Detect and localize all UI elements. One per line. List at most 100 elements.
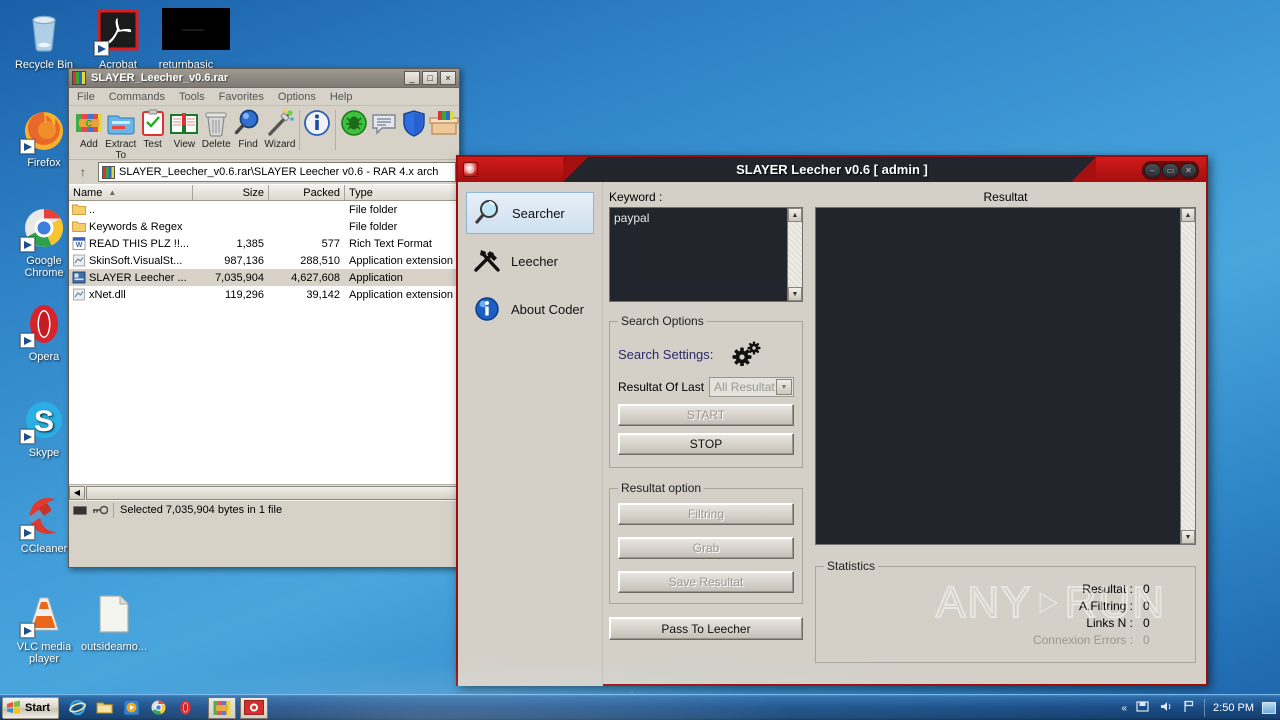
grab-button[interactable]: Grab: [618, 537, 794, 559]
menu-item-options[interactable]: Options: [278, 91, 316, 103]
winrar-window[interactable]: SLAYER_Leecher_v0.6.rar _ □ × File Comman…: [68, 68, 460, 568]
table-row[interactable]: Keywords & Regex File folder: [69, 218, 459, 235]
quick-launch-bar[interactable]: [69, 699, 194, 716]
scroll-down-icon[interactable]: ▼: [1181, 530, 1195, 544]
toolbar-button-view[interactable]: View: [168, 106, 200, 150]
toolbar-button-info[interactable]: [302, 106, 332, 139]
slayer-leecher-task-icon[interactable]: [240, 696, 269, 719]
scroll-track[interactable]: [1181, 222, 1195, 530]
windows-explorer-icon[interactable]: [96, 699, 113, 716]
toolbar-button-test[interactable]: Test: [137, 106, 169, 150]
filtring-button[interactable]: Filtring: [618, 503, 794, 525]
slayer-maximize-button[interactable]: ▭: [1162, 163, 1179, 178]
slayer-window-buttons[interactable]: – ▭ ✕: [1142, 161, 1199, 180]
sidebar-item-searcher[interactable]: Searcher: [466, 192, 594, 234]
slayer-titlebar[interactable]: ◎ SLAYER Leecher v0.6 [ admin ] – ▭ ✕: [458, 157, 1206, 182]
slayer-leecher-window[interactable]: ◎ SLAYER Leecher v0.6 [ admin ] – ▭ ✕ Se…: [456, 155, 1208, 686]
scroll-thumb[interactable]: [86, 485, 458, 500]
opera-icon[interactable]: [177, 699, 194, 716]
scroll-up-icon[interactable]: ▲: [1181, 208, 1195, 222]
chevron-down-icon[interactable]: ▼: [776, 379, 792, 395]
toolbar-button-sfx[interactable]: [429, 106, 459, 139]
menu-item-commands[interactable]: Commands: [109, 91, 165, 103]
show-hidden-icons-icon[interactable]: «: [1121, 703, 1127, 714]
clock[interactable]: 2:50 PM: [1213, 702, 1254, 714]
system-tray[interactable]: « 2:50 PM: [1121, 695, 1280, 720]
column-header-size[interactable]: Size: [193, 185, 269, 200]
volume-icon[interactable]: [1158, 699, 1173, 717]
save-resultat-button[interactable]: Save Resultat: [618, 571, 794, 593]
winrar-address-bar[interactable]: ↑ SLAYER_Leecher_v0.6.rar\SLAYER Leecher…: [69, 160, 459, 184]
sidebar-item-leecher[interactable]: Leecher: [466, 240, 594, 282]
slayer-close-button[interactable]: ✕: [1180, 163, 1197, 178]
toolbar-button-comment[interactable]: [369, 106, 399, 139]
sidebar-item-about-coder[interactable]: About Coder: [466, 288, 594, 330]
toolbar-button-add[interactable]: C Add: [73, 106, 105, 150]
table-row[interactable]: SLAYER Leecher ... 7,035,904 4,627,608 Appl…: [69, 269, 459, 286]
winrar-minimize-button[interactable]: _: [404, 71, 420, 85]
winrar-toolbar[interactable]: C Add Extract To Test View Delete Find Wizard: [69, 106, 459, 160]
menu-item-favorites[interactable]: Favorites: [219, 91, 264, 103]
start-button[interactable]: START: [618, 404, 794, 426]
menu-item-file[interactable]: File: [77, 91, 95, 103]
keyword-scrollbar[interactable]: ▲ ▼: [787, 208, 802, 301]
winrar-list-header[interactable]: Name ▲ Size Packed Type: [69, 184, 459, 201]
column-header-type[interactable]: Type: [345, 185, 459, 200]
toolbar-button-wizard[interactable]: Wizard: [264, 106, 296, 150]
desktop-icon-acrobat[interactable]: Acrobat: [82, 8, 154, 71]
internet-explorer-icon[interactable]: [69, 699, 86, 716]
winrar-horizontal-scrollbar[interactable]: ◀: [69, 484, 459, 500]
desktop-icon-outsideamo[interactable]: outsideamo...: [78, 590, 150, 653]
winrar-file-list[interactable]: .. File folder Keywords & Regex File folder…: [69, 201, 459, 484]
table-row[interactable]: .. File folder: [69, 201, 459, 218]
result-of-last-select[interactable]: All Resultat ▼: [709, 377, 794, 397]
menu-item-tools[interactable]: Tools: [179, 91, 205, 103]
table-row[interactable]: xNet.dll 119,296 39,142 Application extensi…: [69, 286, 459, 303]
desktop-icon-returnbasic[interactable]: returnbasic: [150, 8, 230, 71]
up-one-level-icon[interactable]: ↑: [72, 162, 94, 182]
media-player-icon[interactable]: [123, 699, 140, 716]
scroll-left-icon[interactable]: ◀: [69, 485, 85, 500]
exe-icon: [72, 271, 86, 284]
result-of-last-row[interactable]: Resultat Of Last All Resultat ▼: [618, 377, 794, 397]
result-output[interactable]: ▲ ▼: [815, 207, 1196, 545]
column-header-packed[interactable]: Packed: [269, 185, 345, 200]
start-button[interactable]: Start: [2, 696, 60, 719]
winrar-task-icon[interactable]: [208, 696, 237, 719]
toolbar-button-find[interactable]: Find: [232, 106, 264, 150]
taskbar[interactable]: Start « 2:50 PM: [0, 694, 1280, 720]
toolbar-button-protect[interactable]: [399, 106, 429, 139]
toolbar-button-virusscan[interactable]: [339, 106, 369, 139]
chrome-icon[interactable]: [150, 699, 167, 716]
winrar-titlebar[interactable]: SLAYER_Leecher_v0.6.rar _ □ ×: [69, 69, 459, 88]
winrar-window-buttons[interactable]: _ □ ×: [404, 71, 459, 85]
pass-to-leecher-button[interactable]: Pass To Leecher: [609, 617, 803, 640]
toolbar-button-extract-to[interactable]: Extract To: [105, 106, 137, 159]
menu-item-help[interactable]: Help: [330, 91, 353, 103]
table-row[interactable]: W READ THIS PLZ !!... 1,385 577 Rich Text Fo…: [69, 235, 459, 252]
gears-icon[interactable]: [729, 340, 763, 369]
result-scrollbar[interactable]: ▲ ▼: [1180, 208, 1195, 544]
slayer-nav-pane[interactable]: Searcher Leecher About Coder: [458, 182, 603, 686]
winrar-address-field[interactable]: SLAYER_Leecher_v0.6.rar\SLAYER Leecher v…: [98, 162, 456, 182]
search-settings-row[interactable]: Search Settings:: [618, 340, 794, 369]
winrar-menubar[interactable]: File Commands Tools Favorites Options Help: [69, 88, 459, 106]
network-flag-icon[interactable]: [1181, 699, 1196, 717]
show-desktop-button[interactable]: [1262, 702, 1276, 714]
winrar-close-button[interactable]: ×: [440, 71, 456, 85]
scroll-up-icon[interactable]: ▲: [788, 208, 802, 222]
stop-button[interactable]: STOP: [618, 433, 794, 455]
chrome-icon: [20, 204, 68, 252]
keyword-input[interactable]: paypal ▲ ▼: [609, 207, 803, 302]
table-row[interactable]: SkinSoft.VisualSt... 987,136 288,510 Applic…: [69, 252, 459, 269]
desktop-icon-vlc-media-player[interactable]: VLC media player: [8, 590, 80, 665]
column-header-name[interactable]: Name ▲: [69, 185, 193, 200]
slayer-minimize-button[interactable]: –: [1144, 163, 1161, 178]
scroll-track[interactable]: [788, 222, 802, 287]
winrar-maximize-button[interactable]: □: [422, 71, 438, 85]
toolbar-button-delete[interactable]: Delete: [200, 106, 232, 150]
desktop-icon-recycle-bin[interactable]: Recycle Bin: [8, 8, 80, 71]
taskbar-task-buttons[interactable]: [208, 696, 269, 719]
removable-media-icon[interactable]: [1135, 699, 1150, 717]
scroll-down-icon[interactable]: ▼: [788, 287, 802, 301]
